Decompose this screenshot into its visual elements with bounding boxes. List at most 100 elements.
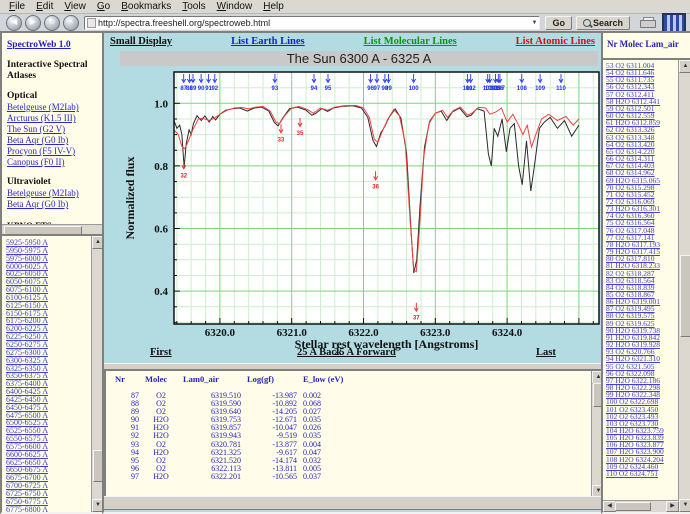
- svg-text:0.6: 0.6: [154, 224, 168, 236]
- menu-item[interactable]: Edit: [31, 1, 58, 12]
- chart-nav-row: First 25 A Back 25 A Forward Last: [104, 347, 603, 359]
- atlas-sidebar-frame: SpectroWeb 1.0 Interactive Spectral Atla…: [0, 31, 106, 238]
- svg-text:110: 110: [556, 86, 566, 92]
- svg-text:6324.0: 6324.0: [492, 327, 523, 339]
- svg-text:32: 32: [180, 173, 187, 179]
- list-earth-lines-link[interactable]: List Earth Lines: [231, 36, 305, 47]
- spectroweb-home-link[interactable]: SpectroWeb 1.0: [7, 40, 71, 50]
- go-button[interactable]: Go: [545, 16, 572, 30]
- table-header: Log(gf): [244, 374, 300, 392]
- scrollbar-thumb[interactable]: [680, 255, 690, 337]
- navigation-toolbar: ◀ ▶ ↻ × ▼ Go Search: [0, 14, 690, 32]
- uv-links: Betelgeuse (M2Iab)Beta Aqr (G0 Ib): [7, 188, 100, 210]
- svg-text:33: 33: [278, 137, 285, 143]
- svg-text:35: 35: [297, 131, 304, 137]
- scroll-down-icon[interactable]: ▼: [679, 499, 690, 512]
- svg-text:100: 100: [409, 86, 420, 92]
- star-atlas-link[interactable]: Procyon (F5 IV-V): [7, 146, 100, 157]
- star-atlas-link[interactable]: Beta Aqr (G0 Ib): [7, 135, 100, 146]
- cell-nr: 97: [112, 473, 142, 481]
- table-row: 97 H2O 6322.201 -10.565 0.037: [112, 473, 360, 481]
- table-header-row: NrMolecLam0_airLog(gf)E_low (eV): [112, 374, 360, 392]
- svg-text:93: 93: [272, 86, 279, 92]
- line-list-frame: 53 O2 6311.00454 O2 6311.64655 O2 6311.7…: [601, 58, 690, 514]
- svg-text:1.0: 1.0: [154, 98, 168, 110]
- browser-window: { "browser": { "menus": ["File","Edit","…: [0, 0, 690, 510]
- back-button[interactable]: ◀: [6, 15, 22, 31]
- star-atlas-link[interactable]: Betelgeuse (M2Iab): [7, 188, 100, 199]
- line-table-panel: NrMolecLam0_airLog(gf)E_low (eV) 87 O2 6…: [104, 369, 605, 500]
- svg-text:0.4: 0.4: [154, 286, 168, 298]
- page-icon: [87, 18, 96, 28]
- wavelength-ranges-frame: 5925-5950 A5950-5975 A5975-6000 A6000-60…: [0, 234, 106, 514]
- svg-text:Normalized flux: Normalized flux: [123, 157, 137, 240]
- scroll-up-icon[interactable]: ▲: [679, 60, 690, 73]
- menu-item[interactable]: Window: [212, 1, 258, 12]
- star-atlas-link[interactable]: Arcturus (K1.5 III): [7, 113, 100, 124]
- scroll-right-icon[interactable]: ▶: [666, 501, 679, 512]
- search-button[interactable]: Search: [576, 16, 630, 30]
- stop-button[interactable]: ×: [63, 15, 79, 31]
- small-display-link[interactable]: Small Display: [110, 36, 172, 47]
- svg-text:94: 94: [311, 86, 318, 92]
- optical-links: Betelgeuse (M2Iab)Arcturus (K1.5 III)The…: [7, 102, 100, 168]
- reload-button[interactable]: ↻: [44, 15, 60, 31]
- cell-lam0-air: 6322.201: [180, 473, 244, 481]
- menu-item[interactable]: Tools: [177, 1, 210, 12]
- svg-text:99: 99: [385, 86, 392, 92]
- cell-log-gf: -10.565: [244, 473, 300, 481]
- cell-molec: H2O: [142, 473, 180, 481]
- line-list-header: Nr Molec Lam_air: [603, 33, 690, 49]
- line-data-table: NrMolecLam0_airLog(gf)E_low (eV) 87 O2 6…: [112, 374, 360, 481]
- forward-button[interactable]: ▶: [25, 15, 41, 31]
- menu-item[interactable]: Go: [92, 1, 115, 12]
- table-header: Lam0_air: [180, 374, 244, 392]
- svg-text:102: 102: [466, 86, 477, 92]
- line-list: 53 O2 6311.00454 O2 6311.64655 O2 6311.7…: [603, 60, 690, 477]
- svg-text:36: 36: [372, 184, 379, 190]
- wavelength-range-list: 5925-5950 A5950-5975 A5975-6000 A6000-60…: [2, 236, 104, 514]
- nav-last-link[interactable]: Last: [536, 347, 556, 358]
- print-icon[interactable]: [640, 17, 656, 28]
- svg-text:90: 90: [198, 86, 205, 92]
- svg-text:0.8: 0.8: [154, 161, 168, 173]
- right-hscrollbar[interactable]: ◀ ▶: [603, 500, 679, 512]
- main-bottom-scroll-band[interactable]: [104, 496, 603, 510]
- address-bar: ▼: [84, 16, 540, 30]
- display-links-row: Small Display List Earth Lines List Mole…: [110, 36, 595, 47]
- chart-title: The Sun 6300 A - 6325 A: [120, 51, 598, 66]
- nav-first-link[interactable]: First: [150, 347, 172, 358]
- url-input[interactable]: [98, 18, 529, 28]
- star-atlas-link[interactable]: Beta Aqr (G0 Ib): [7, 199, 100, 210]
- star-atlas-link[interactable]: Canopus (F0 II): [7, 157, 100, 168]
- svg-text:37: 37: [413, 316, 420, 322]
- right-vscrollbar[interactable]: ▲ ▼: [678, 60, 690, 512]
- spectrum-chart: 6320.06321.06322.06323.06324.01.00.80.60…: [120, 66, 600, 354]
- svg-text:109: 109: [535, 86, 546, 92]
- svg-text:108: 108: [517, 86, 528, 92]
- star-atlas-link[interactable]: Betelgeuse (M2Iab): [7, 102, 100, 113]
- svg-text:89: 89: [190, 86, 197, 92]
- svg-text:97: 97: [374, 86, 381, 92]
- star-atlas-link[interactable]: The Sun (G2 V): [7, 124, 100, 135]
- svg-text:92: 92: [211, 86, 218, 92]
- table-body: 87 O2 6319.510 -13.987 0.002 88 O2 6319.…: [112, 392, 360, 481]
- magnifier-icon: [583, 19, 591, 27]
- cell-e-low: 0.037: [300, 473, 360, 481]
- url-dropdown-icon[interactable]: ▼: [529, 20, 539, 26]
- browser-logo-icon[interactable]: [662, 13, 686, 33]
- menu-item[interactable]: Bookmarks: [116, 1, 176, 12]
- table-header: Nr: [112, 374, 142, 392]
- menu-item[interactable]: View: [59, 1, 91, 12]
- nav-forward-link[interactable]: 25 A Forward: [334, 347, 396, 358]
- spectrum-main-frame: Small Display List Earth Lines List Mole…: [102, 31, 605, 514]
- list-atomic-lines-link[interactable]: List Atomic Lines: [516, 36, 595, 47]
- menu-bar: FileEditViewGoBookmarksToolsWindowHelp: [0, 0, 690, 14]
- table-header: Molec: [142, 374, 180, 392]
- optical-heading: Optical: [7, 91, 100, 102]
- svg-text:107: 107: [495, 86, 506, 92]
- list-molecular-lines-link[interactable]: List Molecular Lines: [364, 36, 457, 47]
- menu-item[interactable]: File: [4, 1, 30, 12]
- svg-text:6320.0: 6320.0: [205, 327, 236, 339]
- menu-item[interactable]: Help: [258, 1, 289, 12]
